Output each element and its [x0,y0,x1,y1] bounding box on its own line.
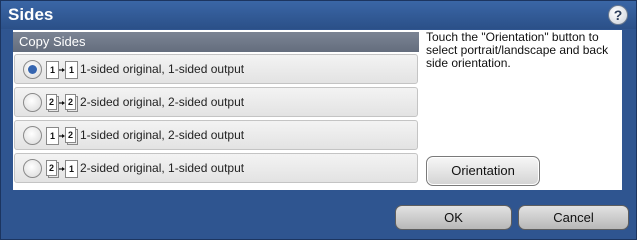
svg-text:1: 1 [69,65,74,75]
2-to-2-sided-icon: 2 2 [46,94,78,112]
svg-text:1: 1 [50,131,55,141]
1-to-2-sided-icon: 1 2 [46,127,78,145]
1-to-1-sided-icon: 1 1 [46,61,78,79]
dialog-title: Sides [8,5,54,24]
svg-text:2: 2 [68,97,73,107]
copy-sides-header: Copy Sides [13,32,419,52]
2-to-1-sided-icon: 2 1 [46,160,78,178]
option-1-to-1[interactable]: 1 1 1-sided original, 1-sided output [14,54,418,84]
option-label: 2-sided original, 1-sided output [80,161,245,175]
title-bar: Sides ? [1,1,636,29]
cancel-button[interactable]: Cancel [518,205,629,230]
radio-button[interactable] [23,93,42,112]
option-1-to-2[interactable]: 1 2 1-sided original, 2-sided output [14,120,418,150]
radio-button-selected[interactable] [23,60,42,79]
radio-button[interactable] [23,126,42,145]
ok-button[interactable]: OK [395,205,512,230]
option-label: 1-sided original, 1-sided output [80,62,245,76]
svg-text:1: 1 [50,65,55,75]
option-2-to-1[interactable]: 2 1 2-sided original, 1-sided output [14,153,418,183]
svg-text:1: 1 [69,164,74,174]
option-label: 1-sided original, 2-sided output [80,128,245,142]
help-text: Touch the "Orientation" button to select… [426,30,609,70]
orientation-button[interactable]: Orientation [426,156,540,186]
sides-dialog: Sides ? Copy Sides 1 1 1-sided original,… [0,0,637,240]
radio-button[interactable] [23,159,42,178]
help-icon[interactable]: ? [608,5,628,25]
svg-text:2: 2 [49,163,54,173]
option-2-to-2[interactable]: 2 2 2-sided original, 2-sided output [14,87,418,117]
svg-text:2: 2 [49,97,54,107]
option-label: 2-sided original, 2-sided output [80,95,245,109]
svg-text:2: 2 [68,130,73,140]
content-panel: Copy Sides 1 1 1-sided original, 1-sided… [13,30,622,190]
